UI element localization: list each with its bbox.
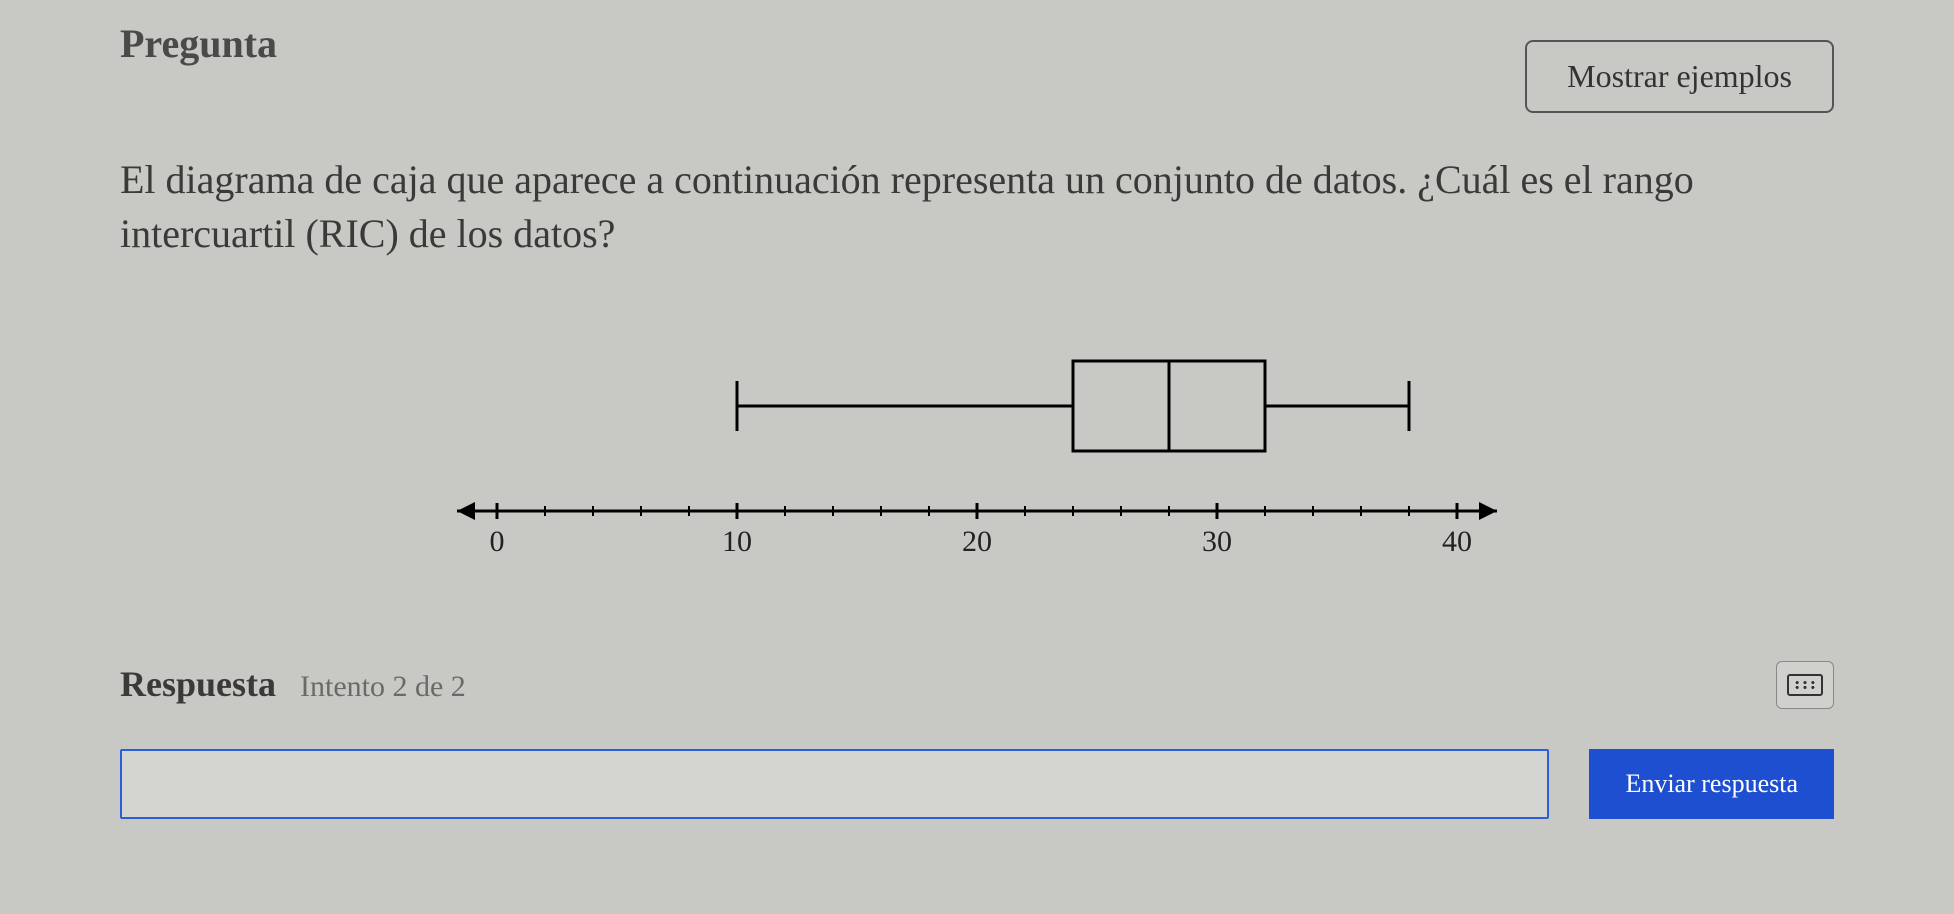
question-heading: Pregunta <box>120 20 277 67</box>
show-examples-button[interactable]: Mostrar ejemplos <box>1525 40 1834 113</box>
svg-text:10: 10 <box>722 525 752 558</box>
answer-heading: Respuesta <box>120 663 276 705</box>
submit-answer-button[interactable]: Enviar respuesta <box>1589 749 1834 819</box>
svg-text:0: 0 <box>490 525 505 558</box>
attempt-counter: Intento 2 de 2 <box>300 670 466 704</box>
answer-input[interactable] <box>120 749 1549 819</box>
boxplot-chart: 0 10 20 30 40 <box>120 301 1834 601</box>
svg-text:20: 20 <box>962 525 992 558</box>
keypad-icon <box>1787 674 1823 696</box>
svg-text:40: 40 <box>1442 525 1472 558</box>
svg-text:30: 30 <box>1202 525 1232 558</box>
keypad-button[interactable] <box>1776 661 1834 709</box>
question-prompt: El diagrama de caja que aparece a contin… <box>120 153 1834 261</box>
